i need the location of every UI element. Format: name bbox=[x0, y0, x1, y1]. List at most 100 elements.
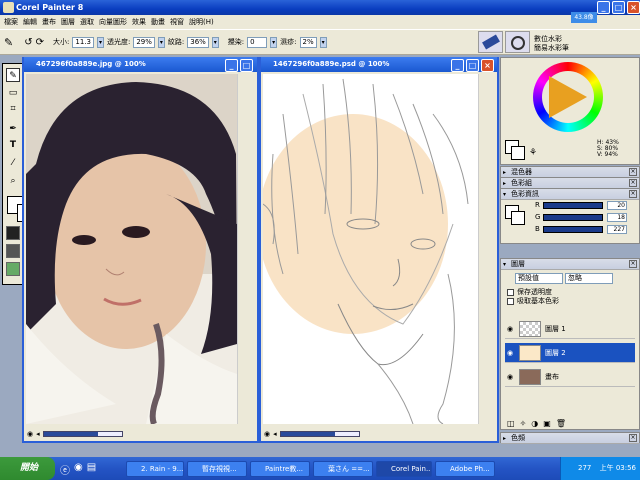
doc1-minimize-icon[interactable]: _ bbox=[225, 59, 238, 72]
menu-movie[interactable]: 動畫 bbox=[151, 17, 165, 27]
menu-canvas[interactable]: 畫布 bbox=[42, 17, 56, 27]
size-label: 大小: bbox=[53, 38, 70, 46]
eye-icon[interactable]: ◉ bbox=[507, 367, 513, 387]
menu-shapes[interactable]: 向量圖形 bbox=[99, 17, 127, 27]
r-value[interactable]: 20 bbox=[607, 201, 627, 210]
panel-main-swatch[interactable] bbox=[511, 146, 525, 160]
brush-variant-icon[interactable] bbox=[505, 31, 530, 53]
brush-category-icon[interactable] bbox=[478, 31, 503, 53]
text-tool[interactable]: T bbox=[6, 138, 20, 152]
menu-layers[interactable]: 圖層 bbox=[61, 17, 75, 27]
b-value[interactable]: 227 bbox=[607, 225, 627, 234]
menu-file[interactable]: 檔案 bbox=[4, 17, 18, 27]
hue-ring[interactable] bbox=[533, 62, 603, 132]
close-icon[interactable]: × bbox=[627, 1, 640, 14]
brush-tool-icon[interactable]: ✎ bbox=[4, 36, 13, 49]
doc1-nav-icon[interactable]: ◂ bbox=[36, 430, 40, 438]
taskbar-button-5[interactable]: Corel Pain... bbox=[376, 461, 432, 477]
doc2-scrollbar[interactable] bbox=[478, 74, 497, 424]
clone-color-icon[interactable]: ⚘ bbox=[529, 148, 537, 158]
layer-row-canvas[interactable]: ◉ 畫布 bbox=[505, 367, 635, 387]
stroke-type-icon[interactable]: ⟳ bbox=[36, 37, 44, 48]
doc2-minimize-icon[interactable]: _ bbox=[451, 59, 464, 72]
pattern-selector[interactable] bbox=[6, 244, 20, 258]
composite-depth-select[interactable]: 忽略 bbox=[565, 273, 613, 284]
maximize-icon[interactable]: □ bbox=[612, 1, 625, 14]
photo-canvas[interactable] bbox=[26, 74, 237, 424]
preserve-transparency-checkbox[interactable] bbox=[507, 288, 514, 296]
taskbar-button-6[interactable]: Adobe Ph... bbox=[435, 461, 495, 477]
new-layer-icon[interactable]: ▣ bbox=[543, 419, 551, 428]
doc1-scrollbar[interactable] bbox=[237, 74, 257, 424]
media-icon[interactable]: ◉ bbox=[74, 462, 83, 477]
grain-input[interactable]: 36% bbox=[187, 36, 209, 48]
size-input[interactable]: 11.3 bbox=[72, 36, 94, 48]
pen-tool[interactable]: ✒ bbox=[6, 122, 20, 136]
doc2-info-icon[interactable]: ◉ bbox=[264, 430, 270, 438]
taskbar-button-4[interactable]: 葉さん ==... bbox=[313, 461, 373, 477]
opacity-input[interactable]: 29% bbox=[133, 36, 155, 48]
magnifier-tool[interactable]: ⌕ bbox=[6, 174, 20, 188]
channels-close-icon[interactable]: × bbox=[629, 434, 637, 442]
reset-icon[interactable]: ↺ bbox=[24, 37, 32, 48]
sketch-canvas[interactable] bbox=[263, 74, 478, 424]
doc2-status-bar: ◉ ◂ bbox=[261, 428, 497, 440]
menu-help[interactable]: 說明(H) bbox=[189, 17, 214, 27]
layers-close-icon[interactable]: × bbox=[629, 260, 637, 268]
resat-input[interactable]: 0 bbox=[247, 36, 268, 48]
taskbar-button-2[interactable]: 暫存視視... bbox=[187, 461, 247, 477]
doc1-info-icon[interactable]: ◉ bbox=[27, 430, 33, 438]
composite-method-select[interactable]: 預設值 bbox=[515, 273, 563, 284]
layer-row-2[interactable]: ◉ 圖層 2 bbox=[505, 343, 635, 363]
doc2-maximize-icon[interactable]: □ bbox=[466, 59, 479, 72]
doc1-zoom-slider[interactable] bbox=[42, 431, 123, 437]
pick-underlying-checkbox[interactable] bbox=[507, 297, 514, 305]
trash-icon[interactable]: 🗑 bbox=[556, 419, 566, 428]
color-sets-panel[interactable]: ▸ 色彩組 × bbox=[500, 177, 640, 189]
taskbar-button-1[interactable]: 2. Rain - 9... bbox=[126, 461, 184, 477]
doc2-nav-icon[interactable]: ◂ bbox=[273, 430, 277, 438]
opacity-dropdown-icon[interactable]: ▾ bbox=[157, 36, 165, 48]
bleed-dropdown-icon[interactable]: ▾ bbox=[319, 36, 327, 48]
layer-command-icon[interactable]: ◫ bbox=[507, 419, 515, 428]
mask-icon[interactable]: ◑ bbox=[531, 419, 538, 428]
rect-select-tool[interactable]: ▭ bbox=[6, 86, 20, 100]
resat-dropdown-icon[interactable]: ▾ bbox=[270, 36, 278, 48]
menu-effects[interactable]: 效果 bbox=[132, 17, 146, 27]
doc1-maximize-icon[interactable]: □ bbox=[240, 59, 253, 72]
taskbar-button-3[interactable]: Paintre教... bbox=[250, 461, 310, 477]
grain-dropdown-icon[interactable]: ▾ bbox=[211, 36, 219, 48]
info-main-swatch[interactable] bbox=[511, 211, 525, 225]
doc2-close-icon[interactable]: × bbox=[481, 59, 494, 72]
show-desktop-icon[interactable]: ▤ bbox=[87, 462, 96, 477]
mixer-close-icon[interactable]: × bbox=[629, 168, 637, 176]
dynamic-plugin-icon[interactable]: ✧ bbox=[520, 419, 527, 428]
brush-variant-label[interactable]: 簡易水彩筆 bbox=[534, 43, 569, 53]
layer-row-1[interactable]: ◉ 圖層 1 bbox=[505, 319, 635, 339]
eye-icon[interactable]: ◉ bbox=[507, 343, 513, 363]
eye-icon[interactable]: ◉ bbox=[507, 319, 513, 339]
channels-panel[interactable]: ▸ 色頻 × bbox=[500, 432, 640, 444]
g-slider[interactable] bbox=[543, 214, 603, 221]
menu-edit[interactable]: 編輯 bbox=[23, 17, 37, 27]
saturation-triangle[interactable] bbox=[549, 76, 587, 118]
minimize-icon[interactable]: _ bbox=[597, 1, 610, 14]
look-selector[interactable] bbox=[6, 262, 20, 276]
menu-window[interactable]: 視窗 bbox=[170, 17, 184, 27]
brush-tool[interactable]: ✎ bbox=[6, 68, 20, 82]
menu-select[interactable]: 選取 bbox=[80, 17, 94, 27]
mixer-panel[interactable]: ▸ 混色器 × bbox=[500, 166, 640, 178]
size-dropdown-icon[interactable]: ▾ bbox=[96, 36, 104, 48]
ie-icon[interactable]: ⓔ bbox=[60, 462, 70, 477]
crop-tool[interactable]: ⌗ bbox=[6, 102, 20, 116]
start-button[interactable]: 開始 bbox=[0, 457, 55, 480]
bleed-input[interactable]: 2% bbox=[299, 36, 317, 48]
color-info-close-icon[interactable]: × bbox=[629, 190, 637, 198]
g-value[interactable]: 18 bbox=[607, 213, 627, 222]
dropper-tool[interactable]: ⁄ bbox=[6, 156, 20, 170]
paper-selector[interactable] bbox=[6, 226, 20, 240]
doc2-zoom-slider[interactable] bbox=[279, 431, 360, 437]
b-slider[interactable] bbox=[543, 226, 603, 233]
r-slider[interactable] bbox=[543, 202, 603, 209]
color-sets-close-icon[interactable]: × bbox=[629, 179, 637, 187]
